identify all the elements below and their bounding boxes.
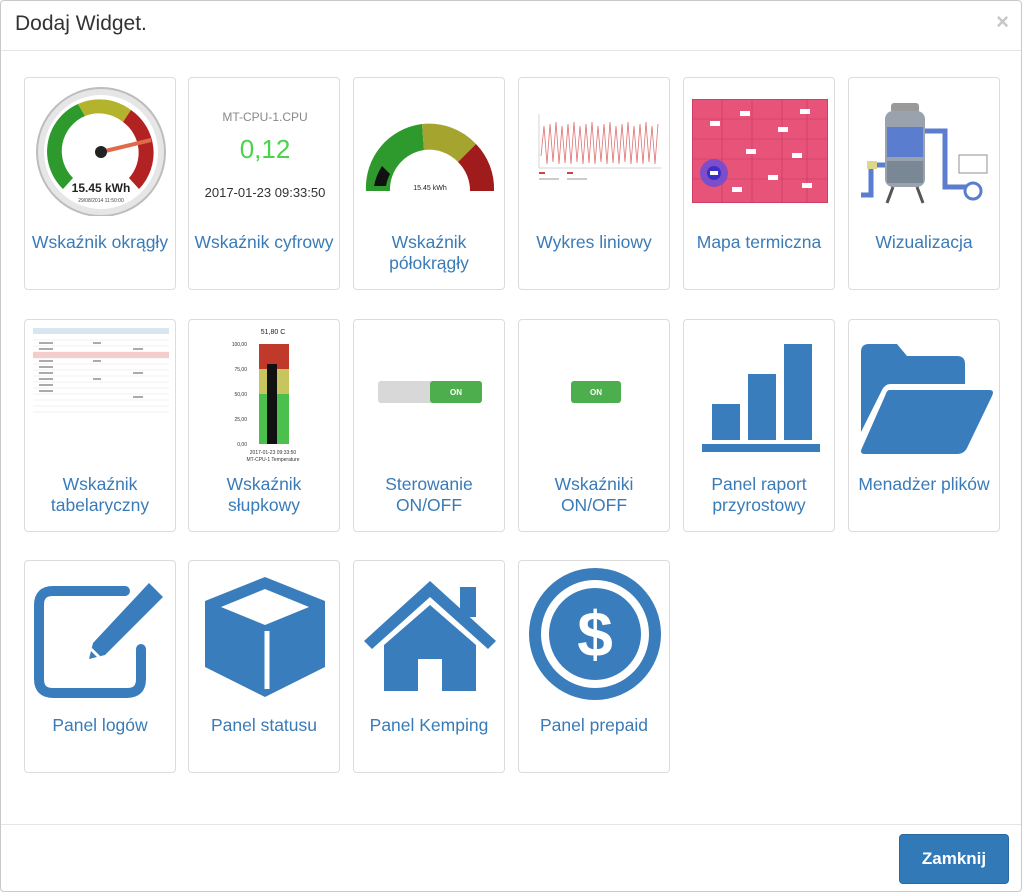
digital-source: MT-CPU-1.CPU	[222, 110, 308, 124]
widget-label: Panel raport przyrostowy	[711, 474, 807, 515]
dialog-header: Dodaj Widget. ×	[1, 1, 1021, 51]
add-widget-dialog: Dodaj Widget. × 15.45 kWh 29/08/2014 11:…	[0, 0, 1022, 892]
round-gauge-thumbnail: 15.45 kWh 29/08/2014 11:50:00	[33, 86, 169, 216]
dialog-footer: Zamknij	[1, 824, 1021, 891]
widget-label: Wizualizacja	[875, 232, 973, 252]
cube-icon	[197, 569, 333, 699]
widget-tile-onoff-indicators[interactable]: ON Wskaźniki ON/OFF	[518, 319, 670, 532]
gauge-value: 15.45 kWh	[72, 181, 131, 195]
bar-tick: 50,00	[234, 392, 247, 398]
widget-label: Sterowanie ON/OFF	[385, 474, 473, 515]
close-icon[interactable]: ×	[996, 9, 1009, 35]
widget-label: Panel prepaid	[540, 715, 648, 735]
table-thumbnail	[33, 328, 169, 458]
dialog-title: Dodaj Widget.	[15, 12, 147, 35]
widget-tile-heatmap[interactable]: Mapa termiczna	[683, 77, 835, 290]
bar-tick: 25,00	[234, 417, 247, 423]
widget-tile-visualization[interactable]: Wizualizacja	[848, 77, 1000, 290]
widget-label: Wskaźnik okrągły	[31, 232, 169, 252]
widget-tile-status[interactable]: Panel statusu	[188, 560, 340, 773]
widget-label: Panel Kemping	[369, 715, 489, 735]
widget-label: Wskaźniki ON/OFF	[554, 474, 634, 515]
on-indicator-thumbnail: ON	[527, 328, 663, 458]
widget-label: Mapa termiczna	[696, 232, 822, 252]
half-gauge-thumbnail: 15.45 kWh	[362, 86, 498, 216]
toggle-on-text: ON	[450, 388, 462, 397]
widget-tile-gauge-round[interactable]: 15.45 kWh 29/08/2014 11:50:00 Wskaźnik o…	[24, 77, 176, 290]
digital-indicator-thumbnail: MT-CPU-1.CPU 0,12 2017-01-23 09:33:50	[197, 86, 333, 216]
dollar-sign: $	[577, 598, 613, 670]
bar-indicator-thumbnail: 51,80 C 100,00 75,00 50,00 25,00 0,00 20…	[197, 324, 333, 464]
bar-chart-icon	[692, 328, 828, 458]
edit-pencil-icon	[33, 569, 169, 699]
widget-tile-prepaid[interactable]: $ Panel prepaid	[518, 560, 670, 773]
close-button[interactable]: Zamknij	[899, 834, 1009, 884]
bar-tick: 75,00	[234, 367, 247, 373]
digital-value: 0,12	[239, 134, 291, 164]
bar-tick: 0,00	[237, 442, 247, 448]
widget-tile-onoff-control[interactable]: ON Sterowanie ON/OFF	[353, 319, 505, 532]
widget-tile-table[interactable]: Wskaźnik tabelaryczny	[24, 319, 176, 532]
heatmap-thumbnail	[692, 86, 828, 216]
widget-tile-camping[interactable]: Panel Kemping	[353, 560, 505, 773]
dollar-circle-icon: $	[527, 568, 663, 700]
toggle-switch-thumbnail: ON	[362, 328, 498, 458]
bar-tick: 100,00	[232, 342, 248, 348]
visualization-thumbnail	[857, 86, 993, 216]
widget-tile-report[interactable]: Panel raport przyrostowy	[683, 319, 835, 532]
widget-tile-logs[interactable]: Panel logów	[24, 560, 176, 773]
widget-tile-bar[interactable]: 51,80 C 100,00 75,00 50,00 25,00 0,00 20…	[188, 319, 340, 532]
home-icon	[362, 569, 498, 699]
widget-label: Wykres liniowy	[536, 232, 652, 252]
widget-tile-gauge-half[interactable]: 15.45 kWh Wskaźnik półokrągły	[353, 77, 505, 290]
widget-label: Wskaźnik słupkowy	[226, 474, 302, 515]
widget-label: Panel statusu	[210, 715, 318, 735]
folder-open-icon	[857, 328, 993, 458]
bar-timestamp: 2017-01-23 09:33:50	[250, 450, 297, 456]
bar-title: 51,80 C	[261, 329, 286, 336]
widget-tile-digital[interactable]: MT-CPU-1.CPU 0,12 2017-01-23 09:33:50 Ws…	[188, 77, 340, 290]
line-chart-thumbnail	[527, 86, 663, 216]
gauge-timestamp: 29/08/2014 11:50:00	[78, 198, 124, 204]
widget-label: Wskaźnik cyfrowy	[194, 232, 334, 252]
widget-label: Wskaźnik tabelaryczny	[50, 474, 150, 515]
widget-tile-line-chart[interactable]: Wykres liniowy	[518, 77, 670, 290]
half-gauge-value: 15.45 kWh	[413, 185, 447, 192]
widget-label: Panel logów	[52, 715, 148, 735]
widget-label: Menadżer plików	[858, 474, 990, 494]
widget-tile-files[interactable]: Menadżer plików	[848, 319, 1000, 532]
widget-label: Wskaźnik półokrągły	[389, 232, 469, 273]
digital-timestamp: 2017-01-23 09:33:50	[204, 185, 326, 200]
bar-source: MT-CPU-1 Temperature	[247, 457, 300, 463]
indicator-on-text: ON	[590, 388, 602, 397]
